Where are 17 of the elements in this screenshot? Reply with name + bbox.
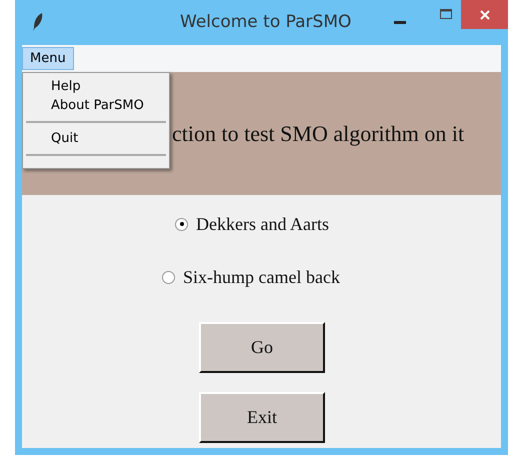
minimize-icon[interactable] [394, 21, 406, 25]
go-button[interactable]: Go [199, 322, 325, 373]
close-icon [480, 10, 490, 20]
menu-option[interactable]: Help [25, 77, 167, 96]
feather-icon [32, 12, 44, 32]
exit-button[interactable]: Exit [199, 392, 325, 443]
menu-option[interactable]: Quit [25, 129, 167, 148]
menu-option[interactable]: About ParSMO [25, 96, 167, 115]
radio-button[interactable] [175, 218, 188, 230]
banner-text: ction to test SMO algorithm on it [172, 120, 464, 146]
maximize-icon[interactable] [440, 9, 452, 19]
close-button[interactable] [461, 0, 508, 29]
radio-label: Dekkers and Aarts [196, 214, 329, 234]
window-title: Welcome to ParSMO [180, 12, 352, 32]
menu-item[interactable]: Menu [22, 47, 74, 70]
radio-label: Six-hump camel back [183, 266, 340, 288]
radio-button[interactable] [162, 270, 175, 284]
